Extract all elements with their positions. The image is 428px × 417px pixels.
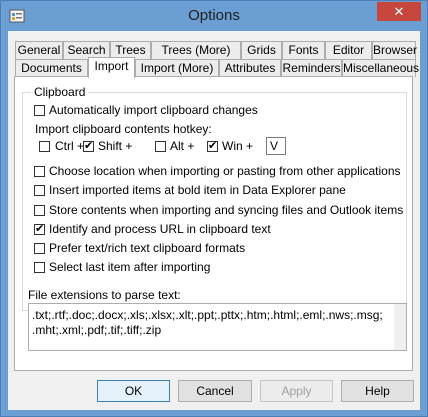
identify-url-label[interactable]: Identify and process URL in clipboard te… xyxy=(49,222,271,236)
auto-import-checkbox[interactable] xyxy=(34,105,45,116)
insert-bold-checkbox[interactable] xyxy=(34,185,45,196)
tab-import-more[interactable]: Import (More) xyxy=(135,59,219,77)
ctrl-label[interactable]: Ctrl + xyxy=(55,139,84,153)
prefer-text-label[interactable]: Prefer text/rich text clipboard formats xyxy=(49,241,245,255)
tab-miscellaneous[interactable]: Miscellaneous xyxy=(342,59,419,77)
dialog-client-area: General Search Trees Trees (More) Grids … xyxy=(8,31,420,410)
shift-checkbox[interactable] xyxy=(83,139,94,153)
choose-location-label[interactable]: Choose location when importing or pastin… xyxy=(49,164,401,178)
ctrl-checkbox[interactable] xyxy=(39,141,50,152)
store-contents-checkbox[interactable] xyxy=(34,205,45,216)
tab-attributes[interactable]: Attributes xyxy=(219,59,281,77)
alt-label[interactable]: Alt + xyxy=(170,139,194,153)
ok-button[interactable]: OK xyxy=(97,380,170,402)
tab-browser[interactable]: Browser xyxy=(372,41,417,59)
tab-documents[interactable]: Documents xyxy=(15,59,88,77)
extensions-scrollbar[interactable] xyxy=(394,304,406,350)
window-title: Options xyxy=(188,7,240,24)
title-bar[interactable]: Options ✕ xyxy=(1,1,427,31)
insert-bold-label[interactable]: Insert imported items at bold item in Da… xyxy=(49,183,346,197)
select-last-label[interactable]: Select last item after importing xyxy=(49,260,210,274)
tab-grids[interactable]: Grids xyxy=(241,41,282,59)
win-label[interactable]: Win + xyxy=(222,139,253,153)
shift-label[interactable]: Shift + xyxy=(98,139,132,153)
select-last-checkbox[interactable] xyxy=(34,262,45,273)
apply-button: Apply xyxy=(260,380,333,402)
clipboard-group-title: Clipboard xyxy=(31,85,89,99)
win-checkbox[interactable] xyxy=(207,139,218,153)
extensions-line-2: .mht;.xml;.pdf;.tif;.tiff;.zip xyxy=(32,323,162,337)
cancel-button[interactable]: Cancel xyxy=(178,380,252,402)
choose-location-checkbox[interactable] xyxy=(34,166,45,177)
hotkey-label: Import clipboard contents hotkey: xyxy=(35,122,212,136)
alt-checkbox[interactable] xyxy=(155,141,166,152)
extensions-line-1: .txt;.rtf;.doc;.docx;.xls;.xlsx;.xlt;.pp… xyxy=(32,308,383,322)
hotkey-key-field[interactable]: V xyxy=(266,137,286,155)
prefer-text-checkbox[interactable] xyxy=(34,243,45,254)
tab-fonts[interactable]: Fonts xyxy=(282,41,325,59)
identify-url-checkbox[interactable] xyxy=(34,222,45,236)
options-window: Options ✕ General Search Trees Trees (Mo… xyxy=(0,0,428,417)
tab-trees-more[interactable]: Trees (More) xyxy=(151,41,241,59)
help-button[interactable]: Help xyxy=(341,380,414,402)
tab-general[interactable]: General xyxy=(15,41,63,59)
store-contents-label[interactable]: Store contents when importing and syncin… xyxy=(49,203,403,217)
close-button[interactable]: ✕ xyxy=(377,2,421,21)
extensions-label: File extensions to parse text: xyxy=(28,288,181,302)
extensions-textarea[interactable]: .txt;.rtf;.doc;.docx;.xls;.xlsx;.xlt;.pp… xyxy=(28,303,407,351)
auto-import-label[interactable]: Automatically import clipboard changes xyxy=(49,103,258,117)
tab-import[interactable]: Import xyxy=(88,57,135,78)
tab-reminders[interactable]: Reminders xyxy=(281,59,342,77)
close-icon: ✕ xyxy=(393,4,405,19)
tab-editor[interactable]: Editor xyxy=(325,41,372,59)
